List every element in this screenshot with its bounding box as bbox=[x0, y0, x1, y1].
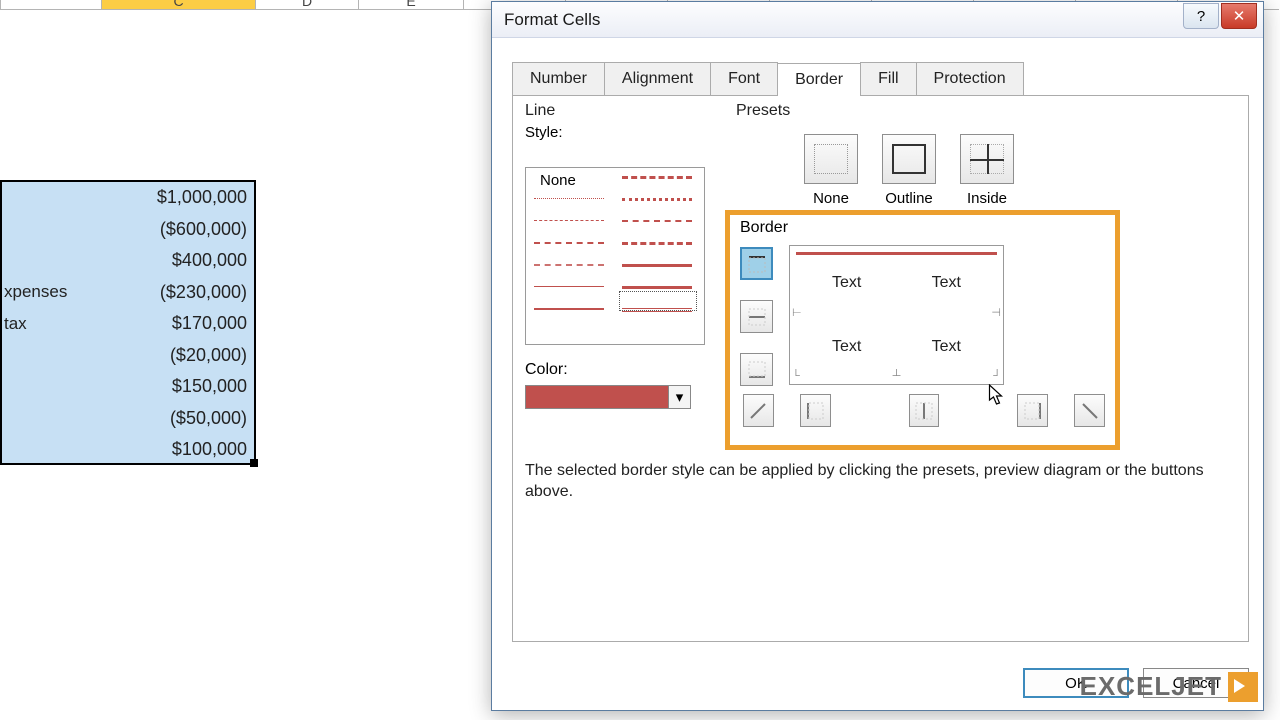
line-style-option[interactable] bbox=[622, 198, 692, 204]
border-preview[interactable]: Text Text Text Text ⊢ ⊣ └ ┘ ┴ bbox=[789, 245, 1004, 385]
tab-font[interactable]: Font bbox=[710, 62, 778, 95]
preset-label: Inside bbox=[967, 190, 1007, 207]
col-e[interactable]: E bbox=[358, 0, 463, 10]
cell-value: $400,000 bbox=[104, 250, 254, 271]
tab-number[interactable]: Number bbox=[512, 62, 605, 95]
cell-value: ($230,000) bbox=[104, 282, 254, 303]
tab-protection[interactable]: Protection bbox=[916, 62, 1024, 95]
preview-text: Text bbox=[932, 274, 961, 292]
cell-value: $170,000 bbox=[104, 313, 254, 334]
col-d[interactable]: D bbox=[255, 0, 358, 10]
cell-value: $150,000 bbox=[104, 376, 254, 397]
presets-section: Presets None Outline bbox=[736, 102, 1236, 207]
line-style-option[interactable] bbox=[534, 220, 604, 226]
preset-none-button[interactable] bbox=[804, 134, 858, 184]
line-style-option[interactable] bbox=[622, 242, 692, 248]
tab-border[interactable]: Border bbox=[777, 63, 861, 96]
line-style-list[interactable]: None bbox=[525, 167, 705, 345]
color-picker[interactable]: ▾ bbox=[525, 385, 730, 409]
preview-top-border bbox=[796, 252, 997, 255]
titlebar[interactable]: Format Cells ? ✕ bbox=[492, 2, 1263, 38]
preset-outline-button[interactable] bbox=[882, 134, 936, 184]
line-section: Line Style: None bbox=[525, 102, 730, 409]
line-group-label: Line bbox=[525, 102, 730, 120]
help-icon: ? bbox=[1197, 8, 1205, 25]
watermark-text: EXCELJET bbox=[1080, 671, 1222, 702]
line-style-option[interactable] bbox=[534, 308, 604, 314]
help-text: The selected border style can be applied… bbox=[525, 461, 1208, 503]
line-style-option[interactable] bbox=[534, 242, 604, 248]
cell-value: ($20,000) bbox=[104, 345, 254, 366]
cell-value: ($600,000) bbox=[104, 219, 254, 240]
watermark-logo-icon bbox=[1228, 672, 1258, 702]
diagonal-down-icon bbox=[1080, 401, 1100, 421]
col-b[interactable] bbox=[0, 0, 101, 10]
border-middle-horizontal-button[interactable] bbox=[740, 300, 773, 333]
color-label: Color: bbox=[525, 361, 730, 379]
preview-text: Text bbox=[832, 274, 861, 292]
close-icon: ✕ bbox=[1233, 7, 1246, 25]
line-style-option[interactable] bbox=[622, 220, 692, 226]
color-swatch[interactable] bbox=[525, 385, 669, 409]
preview-text: Text bbox=[832, 338, 861, 356]
style-label: Style: bbox=[525, 124, 730, 141]
cell-value: ($50,000) bbox=[104, 408, 254, 429]
line-style-option[interactable] bbox=[534, 198, 604, 204]
border-bottom-button[interactable] bbox=[740, 353, 773, 386]
selected-range[interactable]: $1,000,000 ($600,000) $400,000 xpenses($… bbox=[0, 180, 256, 465]
dialog-content: Line Style: None bbox=[512, 96, 1249, 642]
border-left-icon bbox=[805, 401, 825, 421]
line-style-option[interactable] bbox=[534, 264, 604, 270]
line-style-option[interactable] bbox=[534, 286, 604, 292]
watermark: EXCELJET bbox=[1080, 671, 1258, 702]
format-cells-dialog: Format Cells ? ✕ Number Alignment Font B… bbox=[491, 1, 1264, 711]
style-none[interactable]: None bbox=[540, 172, 576, 189]
preset-none-icon bbox=[814, 144, 848, 174]
border-left-button[interactable] bbox=[800, 394, 831, 427]
close-button[interactable]: ✕ bbox=[1221, 3, 1257, 29]
line-style-option[interactable] bbox=[622, 264, 692, 270]
preset-label: Outline bbox=[885, 190, 933, 207]
diagonal-up-icon bbox=[748, 401, 768, 421]
help-button[interactable]: ? bbox=[1183, 3, 1219, 29]
border-group-label: Border bbox=[740, 219, 1105, 237]
preset-inside-icon bbox=[970, 144, 1004, 174]
tab-bar: Number Alignment Font Border Fill Protec… bbox=[512, 60, 1249, 96]
border-middle-vertical-button[interactable] bbox=[909, 394, 940, 427]
dialog-title: Format Cells bbox=[504, 10, 600, 30]
selected-style-highlight bbox=[619, 291, 697, 311]
border-diagonal-down-button[interactable] bbox=[1074, 394, 1105, 427]
row-label: xpenses bbox=[2, 282, 104, 302]
border-vmid-icon bbox=[914, 401, 934, 421]
col-c[interactable]: C bbox=[101, 0, 255, 10]
cell-value: $1,000,000 bbox=[104, 187, 254, 208]
border-top-button[interactable] bbox=[740, 247, 773, 280]
presets-group-label: Presets bbox=[736, 102, 1236, 120]
chevron-down-icon: ▾ bbox=[676, 388, 684, 406]
line-style-option[interactable] bbox=[622, 176, 692, 182]
border-hmid-icon bbox=[747, 307, 767, 327]
color-dropdown-button[interactable]: ▾ bbox=[669, 385, 691, 409]
preset-outline-icon bbox=[892, 144, 926, 174]
preset-label: None bbox=[813, 190, 849, 207]
border-bottom-icon bbox=[747, 360, 767, 380]
border-top-icon bbox=[747, 254, 767, 274]
border-diagonal-up-button[interactable] bbox=[743, 394, 774, 427]
cell-value: $100,000 bbox=[104, 439, 254, 460]
preview-text: Text bbox=[932, 338, 961, 356]
tab-fill[interactable]: Fill bbox=[860, 62, 916, 95]
border-right-icon bbox=[1023, 401, 1043, 421]
border-section-highlight: Border Text Text Tex bbox=[725, 210, 1120, 450]
preset-inside-button[interactable] bbox=[960, 134, 1014, 184]
fill-handle[interactable] bbox=[250, 459, 258, 467]
tab-alignment[interactable]: Alignment bbox=[604, 62, 711, 95]
row-label: tax bbox=[2, 314, 104, 334]
border-right-button[interactable] bbox=[1017, 394, 1048, 427]
